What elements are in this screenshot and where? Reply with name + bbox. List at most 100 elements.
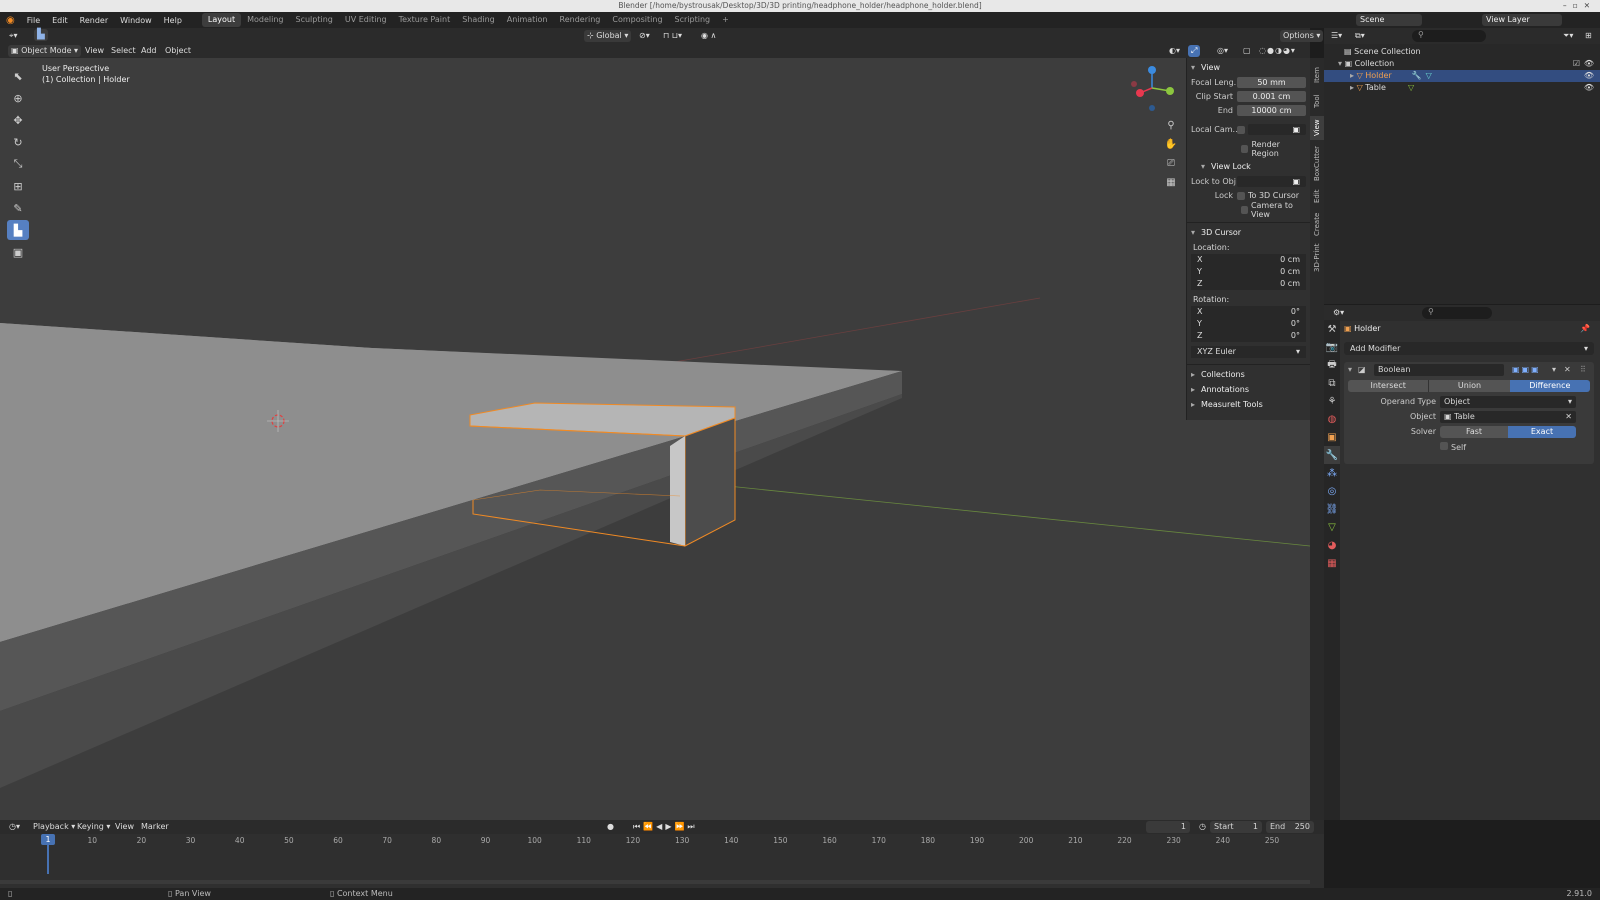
timeline-editor-icon[interactable]: ◷▾ <box>6 821 23 833</box>
collection-checkbox[interactable]: ☑ <box>1573 58 1580 70</box>
pin-icon[interactable]: 📌 <box>1580 324 1590 333</box>
tab-sculpting[interactable]: Sculpting <box>290 13 339 27</box>
tab-boxcutter[interactable]: BoxCutter <box>1310 144 1324 182</box>
output-props-icon[interactable]: 🖶 <box>1324 356 1340 374</box>
preview-range-icon[interactable]: ◷ <box>1196 821 1209 833</box>
object-mode-dropdown[interactable]: ▣ Object Mode ▾ <box>8 45 82 57</box>
editor-type-icon[interactable]: ⌖▾ <box>6 30 21 42</box>
op-union[interactable]: Union <box>1428 380 1510 392</box>
tab-rendering[interactable]: Rendering <box>554 13 607 27</box>
zoom-icon[interactable]: ⚲ <box>1164 116 1178 135</box>
cursor-tool-icon[interactable]: ⊕ <box>7 88 29 108</box>
modifier-wrench-icon[interactable]: 🔧 <box>1412 71 1422 80</box>
solver-exact[interactable]: Exact <box>1508 426 1576 438</box>
view-lock-header[interactable]: View Lock <box>1197 159 1310 174</box>
options-dropdown[interactable]: Options ▾ <box>1280 30 1324 42</box>
record-icon[interactable]: ● <box>604 821 617 833</box>
properties-search-input[interactable]: ⚲ <box>1422 307 1492 319</box>
tab-scripting[interactable]: Scripting <box>669 13 717 27</box>
window-controls[interactable]: –▫✕ <box>1563 0 1596 12</box>
tab-shading[interactable]: Shading <box>456 13 501 27</box>
transform-orientation-dropdown[interactable]: ⊹ Global ▾ <box>584 30 632 42</box>
overlays-icon[interactable]: ◎▾ <box>1214 45 1231 57</box>
current-frame-field[interactable]: 1 <box>1146 821 1190 833</box>
visibility-eye-icon[interactable]: 👁 <box>1584 82 1594 94</box>
measureit-section[interactable]: MeasureIt Tools <box>1187 397 1310 412</box>
timeline-menu-view[interactable]: View <box>112 821 137 833</box>
viewport-menu-view[interactable]: View <box>82 45 107 57</box>
add-modifier-dropdown[interactable]: Add Modifier ▾ <box>1344 342 1594 355</box>
local-camera-checkbox[interactable] <box>1237 125 1245 134</box>
modifier-visibility-icons[interactable]: ▣▣▣ <box>1512 362 1541 378</box>
clip-end-field[interactable]: 10000 cm <box>1237 105 1306 116</box>
measure-tool-icon[interactable]: ▙ <box>7 220 29 240</box>
tab-view[interactable]: View <box>1310 116 1324 140</box>
camera-view-icon[interactable]: ⎚ <box>1164 154 1178 173</box>
tab-create[interactable]: Create <box>1310 210 1324 238</box>
tab-compositing[interactable]: Compositing <box>606 13 668 27</box>
world-props-icon[interactable]: ◍ <box>1324 410 1340 428</box>
view-layer-props-icon[interactable]: ⧉ <box>1324 374 1340 392</box>
modifier-props-icon[interactable]: 🔧 <box>1324 446 1340 464</box>
collection-row[interactable]: ▾ ▣ Collection ☑ 👁 <box>1324 58 1600 70</box>
operand-type-dropdown[interactable]: Object ▾ <box>1440 396 1576 408</box>
tab-layout[interactable]: Layout <box>201 13 242 27</box>
render-region-checkbox[interactable] <box>1241 144 1249 153</box>
scale-tool-icon[interactable]: ⤡ <box>7 154 29 174</box>
gizmo-toggle-icon[interactable]: ⤢ <box>1188 45 1201 57</box>
move-tool-icon[interactable]: ✥ <box>7 110 29 130</box>
outliner-search-input[interactable]: ⚲ <box>1412 30 1486 42</box>
viewport-menu-select[interactable]: Select <box>108 45 139 57</box>
constraints-props-icon[interactable]: ⛓ <box>1324 500 1340 518</box>
data-props-icon[interactable]: ▽ <box>1324 518 1340 536</box>
op-intersect[interactable]: Intersect <box>1348 380 1429 392</box>
cursor-loc-y[interactable]: Y0 cm <box>1191 266 1306 278</box>
local-camera-field[interactable]: ▣ <box>1248 124 1306 135</box>
3d-cursor-header[interactable]: 3D Cursor <box>1187 225 1310 240</box>
cursor-rot-x[interactable]: X 0° <box>1191 306 1306 318</box>
proportional-edit-icon[interactable]: ◉ ∧ <box>698 30 719 42</box>
to-3d-cursor-checkbox[interactable] <box>1237 191 1245 200</box>
annotate-tool-icon[interactable]: ✎ <box>7 198 29 218</box>
ortho-grid-icon[interactable]: ▦ <box>1164 173 1178 192</box>
scene-selector[interactable]: Scene <box>1356 14 1422 26</box>
menu-edit[interactable]: Edit <box>46 16 74 25</box>
self-checkbox[interactable] <box>1440 442 1448 450</box>
menu-help[interactable]: Help <box>158 16 188 25</box>
particles-props-icon[interactable]: ⁂ <box>1324 464 1340 482</box>
timeline-scrollbar[interactable] <box>0 880 1310 884</box>
drag-handle-icon[interactable]: ⠿ <box>1580 362 1586 378</box>
tab-3d-print[interactable]: 3D-Print <box>1310 242 1324 274</box>
display-mode-icon[interactable]: ⧉▾ <box>1352 30 1368 42</box>
transform-tool-icon[interactable]: ⊞ <box>7 176 29 196</box>
tab-animation[interactable]: Animation <box>501 13 554 27</box>
tab-edit[interactable]: Edit <box>1310 186 1324 206</box>
tab-modeling[interactable]: Modeling <box>241 13 289 27</box>
outliner-editor-icon[interactable]: ☰▾ <box>1328 30 1345 42</box>
snap-icon[interactable]: ⊓ ⊔▾ <box>660 30 685 42</box>
view-layer-selector[interactable]: View Layer <box>1482 14 1562 26</box>
collections-section[interactable]: Collections <box>1187 367 1310 382</box>
nav-controls[interactable]: ⚲ ✋ ⎚ ▦ <box>1164 116 1178 192</box>
focal-length-field[interactable]: 50 mm <box>1237 77 1306 88</box>
tab-texture-paint[interactable]: Texture Paint <box>393 13 457 27</box>
remove-modifier-icon[interactable]: ✕ <box>1564 362 1571 378</box>
tab-item[interactable]: Item <box>1310 64 1324 86</box>
playhead-frame-label[interactable]: 1 <box>41 834 55 845</box>
tab-uv-editing[interactable]: UV Editing <box>339 13 393 27</box>
add-cube-tool-icon[interactable]: ▣ <box>7 242 29 262</box>
timeline[interactable]: 10 20 30 40 50 60 70 80 90 100 110 120 130 140 150 160 1… <box>0 834 1324 888</box>
3d-viewport[interactable]: User Perspective (1) Collection | Holder… <box>0 58 1310 820</box>
collapse-arrow-icon[interactable]: ▾ <box>1348 362 1352 378</box>
new-collection-icon[interactable]: ⊞ <box>1582 30 1595 42</box>
cursor-rot-y[interactable]: Y 0° <box>1191 318 1306 330</box>
start-frame-field[interactable]: Start 1 <box>1210 821 1262 833</box>
viewport-menu-object[interactable]: Object <box>162 45 194 57</box>
op-difference[interactable]: Difference <box>1509 380 1590 392</box>
mesh-data-icon[interactable]: ▽ <box>1408 83 1414 92</box>
pivot-icon[interactable]: ⊘▾ <box>636 30 653 42</box>
lock-to-object-field[interactable]: ▣ <box>1237 176 1306 187</box>
cursor-rot-z[interactable]: Z 0° <box>1191 330 1306 342</box>
solver-fast[interactable]: Fast <box>1440 426 1508 438</box>
xray-icon[interactable]: ▢ <box>1240 45 1254 57</box>
